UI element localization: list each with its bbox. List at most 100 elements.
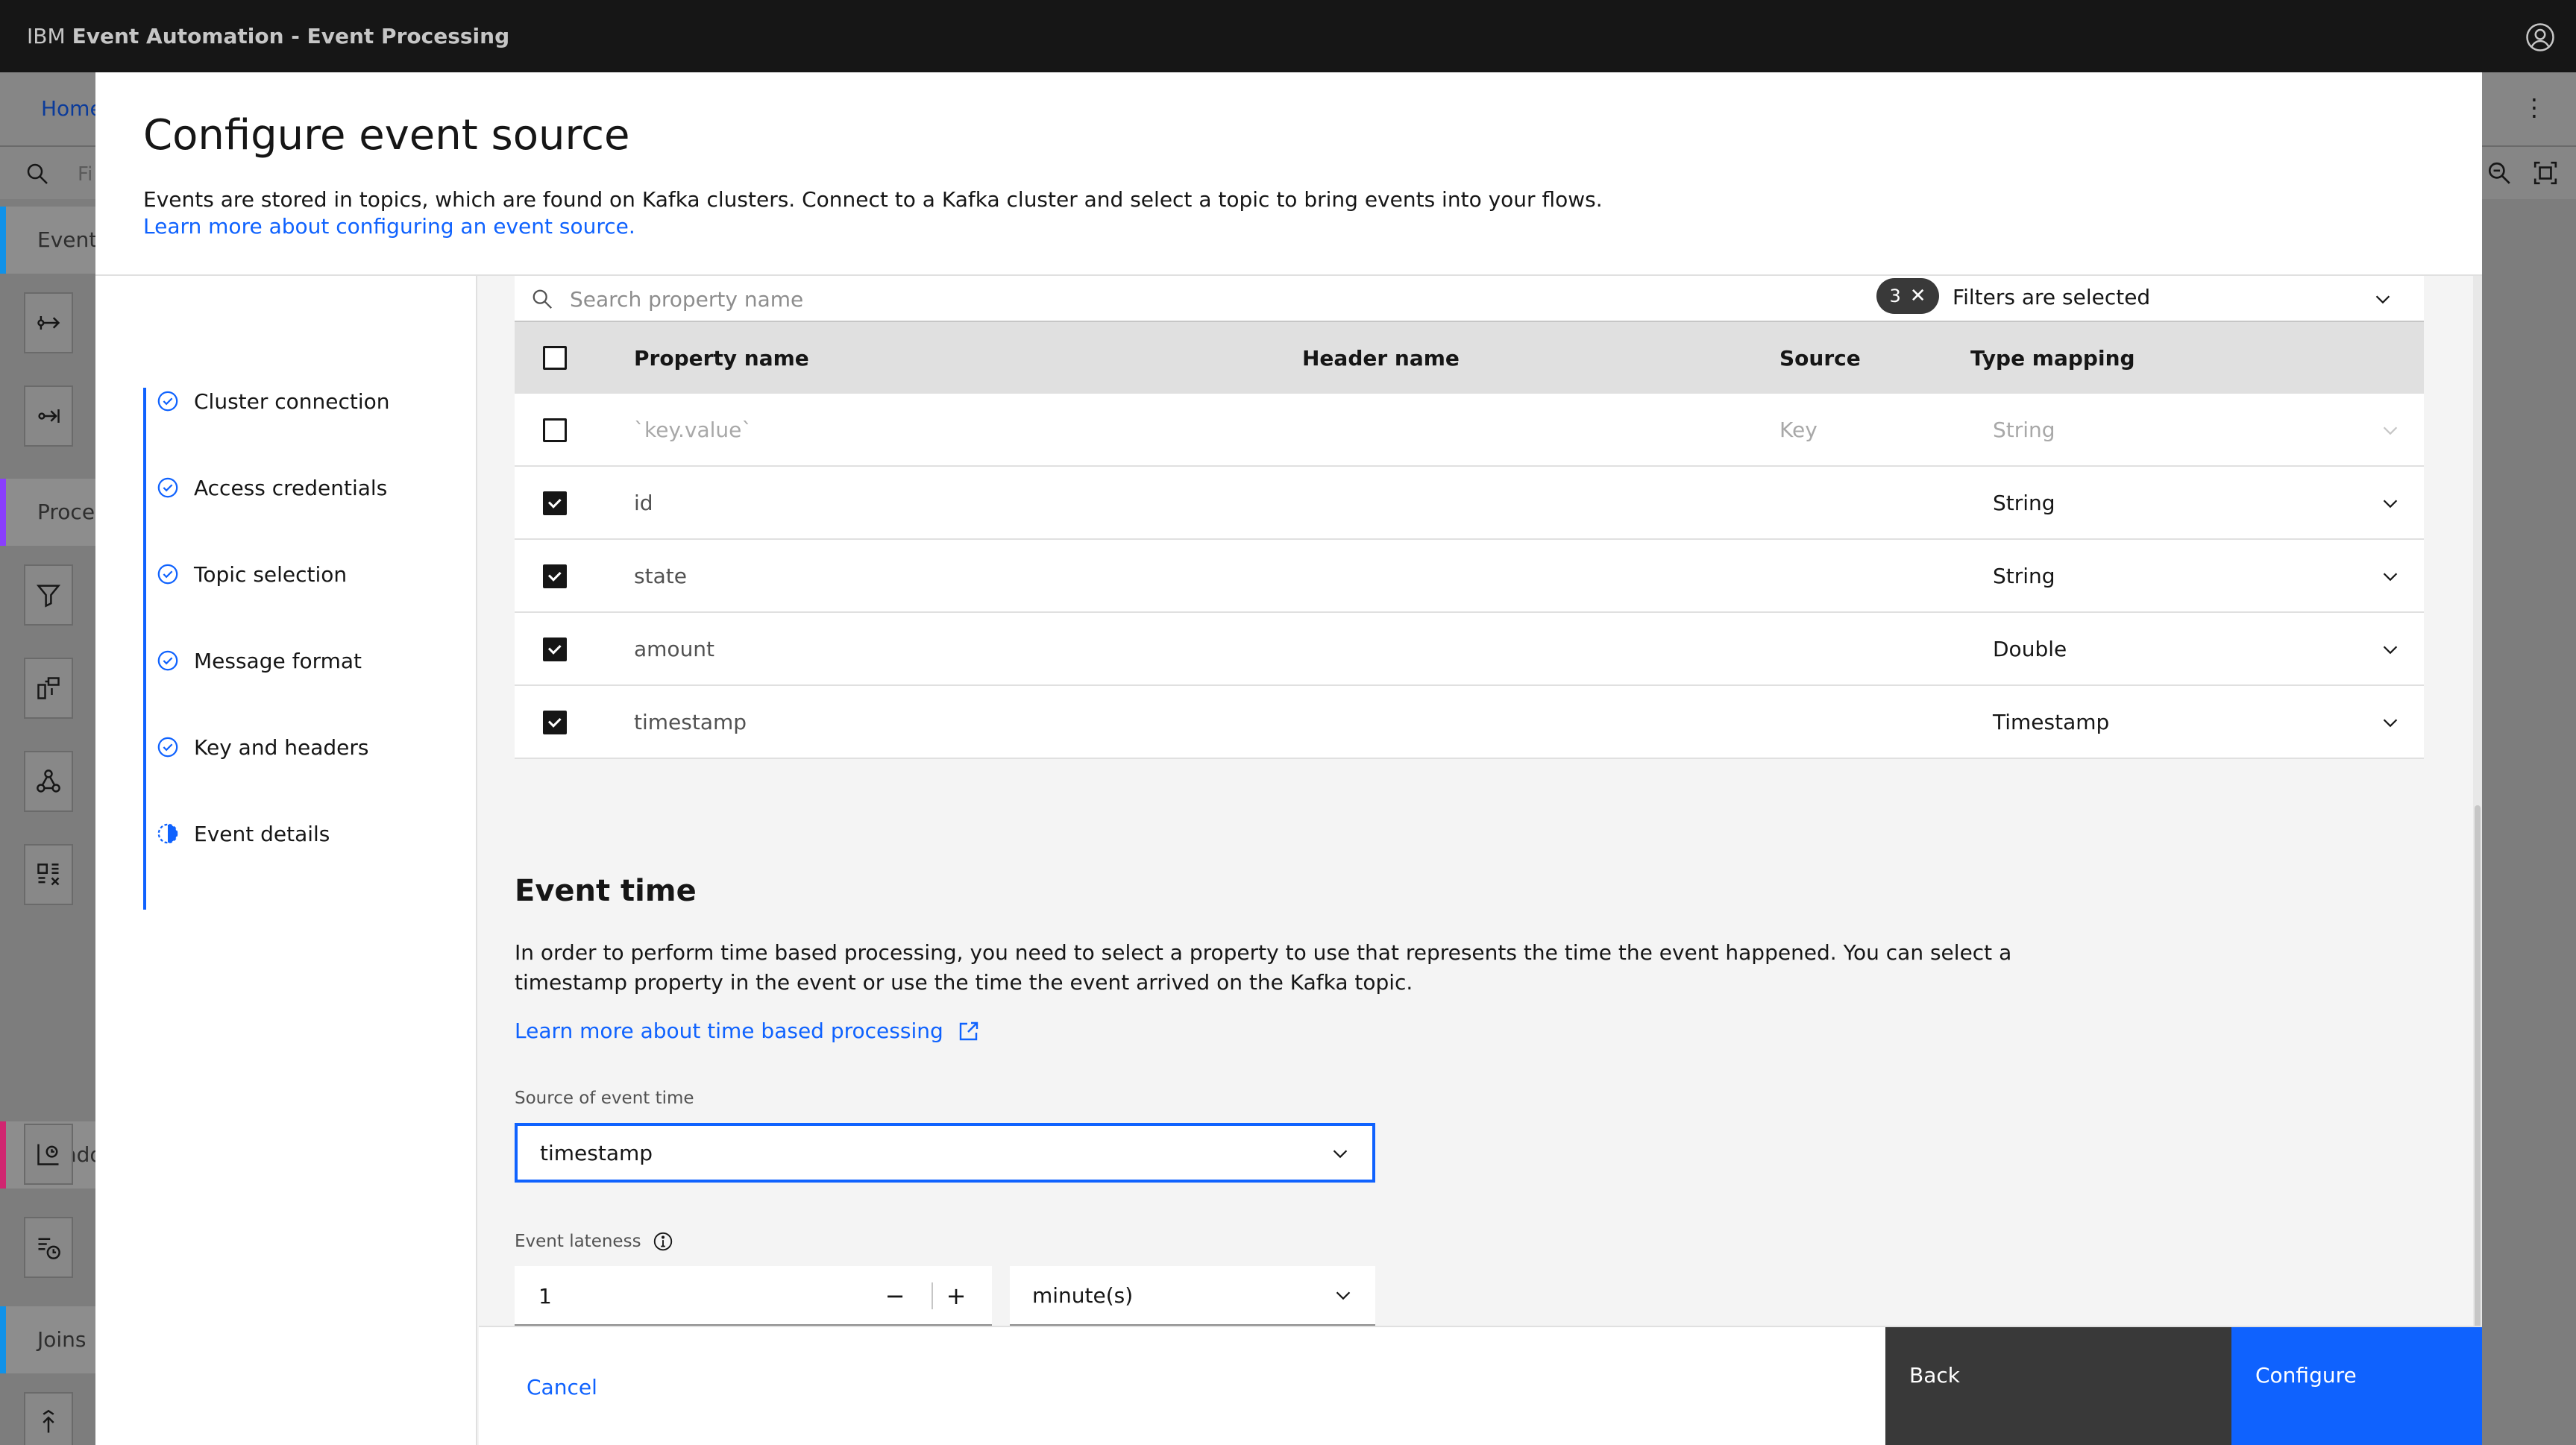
type-mapping-cell[interactable]: String <box>1993 540 2055 611</box>
column-header-property-name[interactable]: Property name <box>634 322 809 394</box>
aggregate-node[interactable] <box>24 751 73 812</box>
row-checkbox[interactable] <box>543 564 567 588</box>
filter-status-text: Filters are selected <box>1953 285 2151 309</box>
increment-button[interactable]: + <box>938 1278 974 1314</box>
step-access-credentials[interactable]: Access credentials <box>157 465 387 510</box>
table-row: timestamp Timestamp <box>515 686 2424 759</box>
configure-button[interactable]: Configure <box>2231 1327 2482 1445</box>
learn-more-event-source-link[interactable]: Learn more about configuring an event so… <box>143 214 635 239</box>
progress-indicator: Cluster connection Access credentials To… <box>95 276 477 1445</box>
filter-count: 3 <box>1889 286 1901 306</box>
search-icon <box>533 289 552 309</box>
learn-more-time-processing-link[interactable]: Learn more about time based processing <box>515 1019 981 1043</box>
step-cluster-connection[interactable]: Cluster connection <box>157 379 390 424</box>
step-key-and-headers[interactable]: Key and headers <box>157 725 368 769</box>
table-row: amount Double <box>515 613 2424 686</box>
table-row: id String <box>515 467 2424 540</box>
step-label: Message format <box>194 648 362 673</box>
step-message-format[interactable]: Message format <box>157 638 362 683</box>
row-checkbox[interactable] <box>543 638 567 661</box>
filter-node[interactable] <box>24 564 73 626</box>
filter-count-tag[interactable]: 3 ✕ <box>1876 278 1939 314</box>
type-mapping-cell[interactable]: Timestamp <box>1993 686 2109 758</box>
brand-prefix: IBM <box>27 24 66 48</box>
node-palette: Events Process Windo <box>0 199 116 1445</box>
unpack-node[interactable] <box>24 844 73 905</box>
breadcrumb-home[interactable]: Home <box>41 96 103 121</box>
property-name-cell: amount <box>634 636 715 661</box>
window-node[interactable] <box>24 1217 73 1278</box>
step-label: Cluster connection <box>194 388 390 414</box>
event-time-description: In order to perform time based processin… <box>515 940 2012 995</box>
join-icon <box>43 1409 54 1433</box>
lateness-unit-select[interactable]: minute(s) <box>1010 1266 1375 1326</box>
event-lateness-text: Event lateness <box>515 1232 641 1251</box>
chevron-down-icon[interactable] <box>2379 492 2401 514</box>
column-header-type-mapping[interactable]: Type mapping <box>1970 322 2135 394</box>
transform-node[interactable] <box>24 658 73 719</box>
incomplete-step-icon <box>157 823 178 844</box>
link-label: Learn more about time based processing <box>515 1019 943 1043</box>
chevron-down-icon <box>1336 1291 1351 1300</box>
table-row: state String <box>515 540 2424 613</box>
row-checkbox[interactable] <box>543 418 567 442</box>
back-label: Back <box>1909 1363 1960 1388</box>
stepper-divider <box>932 1282 933 1309</box>
user-avatar-icon[interactable] <box>2525 22 2555 52</box>
step-event-details[interactable]: Event details <box>157 811 330 856</box>
clear-filter-icon[interactable]: ✕ <box>1910 286 1926 306</box>
checkmark-outline-icon <box>157 477 178 498</box>
checkmark-outline-icon <box>157 564 178 585</box>
zoom-out-icon[interactable] <box>2487 160 2512 186</box>
app-header: IBM Event Automation - Event Processing <box>0 0 2576 72</box>
transform-icon <box>37 677 60 699</box>
brand-name: Event Automation - Event Processing <box>72 24 510 48</box>
chevron-down-icon[interactable] <box>2379 638 2401 661</box>
step-topic-selection[interactable]: Topic selection <box>157 552 347 596</box>
interval-join-node[interactable] <box>24 1392 73 1445</box>
event-destination-node[interactable] <box>24 385 73 447</box>
cancel-button[interactable]: Cancel <box>479 1327 1885 1445</box>
type-mapping-cell[interactable]: String <box>1993 394 2055 465</box>
fit-to-screen-icon[interactable] <box>2533 160 2558 186</box>
property-search-input[interactable] <box>570 282 1688 316</box>
event-source-node[interactable] <box>24 292 73 353</box>
event-time-heading: Event time <box>515 874 697 908</box>
chevron-down-icon[interactable] <box>2379 565 2401 588</box>
palette-section-joins: Joins <box>0 1306 97 1373</box>
event-lateness-value[interactable]: 1 <box>538 1284 552 1309</box>
row-checkbox[interactable] <box>543 711 567 734</box>
chevron-down-icon[interactable] <box>2379 711 2401 734</box>
palette-section-label: Joins <box>37 1327 87 1352</box>
back-button[interactable]: Back <box>1885 1327 2231 1445</box>
overflow-menu-icon[interactable]: ⋮ <box>2522 93 2546 122</box>
column-header-source[interactable]: Source <box>1779 322 1861 394</box>
select-all-checkbox[interactable] <box>543 346 567 370</box>
modal-footer: Cancel Back Configure <box>479 1326 2482 1445</box>
scrollbar-thumb[interactable] <box>2475 805 2481 1387</box>
type-mapping-cell[interactable]: String <box>1993 467 2055 538</box>
palette-section-events: Events <box>0 207 108 274</box>
step-label: Event details <box>194 821 330 846</box>
chevron-down-icon[interactable] <box>2372 288 2394 310</box>
chevron-down-icon[interactable] <box>2379 419 2401 441</box>
row-checkbox[interactable] <box>543 491 567 515</box>
chevron-down-icon <box>1333 1150 1348 1159</box>
information-icon[interactable] <box>652 1230 674 1253</box>
event-lateness-stepper: 1 − + <box>515 1266 992 1326</box>
cancel-label: Cancel <box>527 1374 597 1400</box>
source-of-event-time-select[interactable]: timestamp <box>515 1123 1375 1183</box>
top-n-node[interactable] <box>24 1124 73 1185</box>
event-lateness-label: Event lateness <box>515 1230 674 1253</box>
progress-line <box>143 388 146 910</box>
decrement-button[interactable]: − <box>877 1278 913 1314</box>
top-n-icon <box>37 1144 59 1165</box>
table-header: Property name Header name Source Type ma… <box>515 322 2424 394</box>
property-search-bar: 3 ✕ Filters are selected <box>515 276 2424 322</box>
event-details-panel: 3 ✕ Filters are selected Property name H… <box>479 276 2482 1399</box>
unpack-icon <box>37 863 60 886</box>
type-mapping-cell[interactable]: Double <box>1993 613 2067 684</box>
step-label: Access credentials <box>194 475 388 500</box>
column-header-header-name[interactable]: Header name <box>1302 322 1460 394</box>
modal-description: Events are stored in topics, which are f… <box>143 187 1603 212</box>
